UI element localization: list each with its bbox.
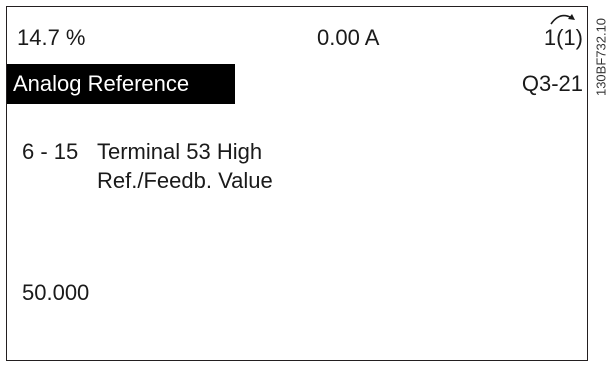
lcp-display: 14.7 % 0.00 A 1(1) Analog Reference Q3-2…: [6, 6, 588, 361]
menu-title-bar: Analog Reference: [7, 64, 235, 104]
menu-code: Q3-21: [521, 71, 583, 96]
parameter-value[interactable]: 50.000: [22, 279, 89, 307]
active-setup: 1(1): [543, 25, 583, 50]
reference-readout: 14.7 %: [17, 25, 86, 50]
parameter-name-line1: Terminal 53 High: [97, 139, 263, 164]
menu-title: Analog Reference: [13, 71, 190, 96]
parameter-number: 6 - 15: [22, 139, 79, 164]
figure-code-label: 130BF732.10: [593, 17, 608, 97]
parameter-name-line2: Ref./Feedb. Value: [97, 168, 273, 193]
figure-code: 130BF732.10: [591, 2, 610, 112]
current-readout: 0.00 A: [317, 25, 380, 50]
